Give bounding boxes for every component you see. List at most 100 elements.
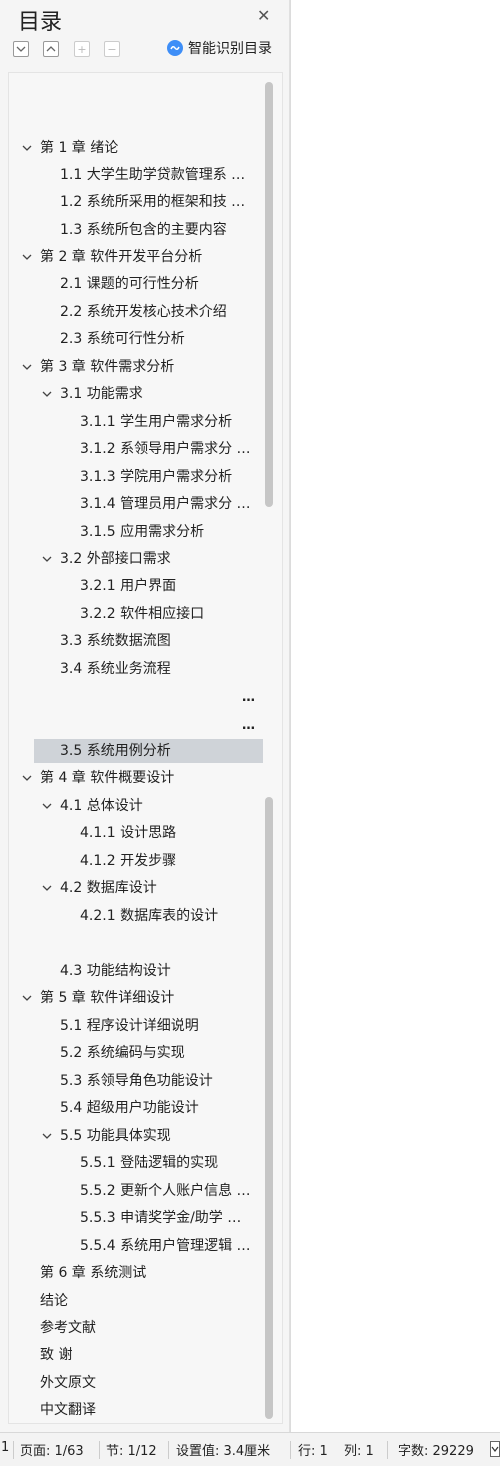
toc-item[interactable]: 5.4 超级用户功能设计	[8, 1096, 263, 1120]
toc-item-label: 第 1 章 绪论	[40, 140, 119, 156]
toc-item[interactable]: 第 5 章 软件详细设计	[8, 986, 263, 1010]
toc-item[interactable]: 5.5.2 更新个人账户信息 …	[8, 1179, 263, 1203]
toc-item[interactable]: 1.3 系统所包含的主要内容	[8, 218, 263, 242]
toc-item-label: 4.2 数据库设计	[60, 880, 157, 896]
expand-all-button[interactable]	[13, 41, 29, 57]
close-icon[interactable]: ✕	[257, 6, 270, 25]
toc-item[interactable]: 3.4 系统业务流程	[8, 657, 263, 681]
toc-item[interactable]: 3.2.2 软件相应接口	[8, 602, 263, 626]
add-heading-button[interactable]: +	[74, 41, 90, 57]
toc-item[interactable]: 5.5 功能具体实现	[8, 1124, 263, 1148]
toc-item-label: 5.4 超级用户功能设计	[60, 1100, 199, 1116]
toc-item[interactable]: 3.2.1 用户界面	[8, 574, 263, 598]
collapse-all-button[interactable]	[43, 41, 59, 57]
toc-item[interactable]: 3.1 功能需求	[8, 382, 263, 406]
tree-ellipsis-2: …	[242, 718, 256, 733]
dropdown-arrow-icon[interactable]	[490, 1441, 500, 1457]
chevron-down-icon[interactable]	[40, 1124, 54, 1148]
status-word-count[interactable]: 字数: 29229	[398, 1440, 474, 1459]
toc-item[interactable]: 5.1 程序设计详细说明	[8, 1014, 263, 1038]
chevron-down-icon[interactable]	[40, 382, 54, 406]
toc-item[interactable]: 5.5.3 申请奖学金/助学 …	[8, 1206, 263, 1230]
toc-item[interactable]: 5.5.1 登陆逻辑的实现	[8, 1151, 263, 1175]
toc-item[interactable]: 3.1.3 学院用户需求分析	[8, 465, 263, 489]
toc-item-label: 3.3 系统数据流图	[60, 633, 171, 649]
toc-item[interactable]: 第 6 章 系统测试	[8, 1261, 263, 1285]
toc-item[interactable]: 参考文献	[8, 1316, 263, 1340]
toc-item-label: 4.2.1 数据库表的设计	[80, 908, 219, 924]
toc-item-label: 5.5.3 申请奖学金/助学 …	[80, 1210, 242, 1226]
status-section[interactable]: 节: 1/12	[106, 1440, 157, 1459]
chevron-down-icon[interactable]	[20, 986, 34, 1010]
toc-item-label: 3.1.1 学生用户需求分析	[80, 414, 233, 430]
toc-item-label: 5.1 程序设计详细说明	[60, 1018, 199, 1034]
chevron-down-icon[interactable]	[40, 876, 54, 900]
toc-item[interactable]: 4.2 数据库设计	[8, 876, 263, 900]
toc-item-selected[interactable]: 3.5 系统用例分析	[34, 739, 263, 763]
remove-heading-button[interactable]: −	[104, 41, 120, 57]
toc-item[interactable]: 3.1.4 管理员用户需求分 …	[8, 492, 263, 516]
status-divider	[168, 1441, 169, 1459]
status-divider	[13, 1441, 14, 1459]
toc-item-label: 5.5 功能具体实现	[60, 1128, 171, 1144]
toc-item[interactable]: 1.2 系统所采用的框架和技 …	[8, 190, 263, 214]
toc-item[interactable]: 4.1 总体设计	[8, 794, 263, 818]
toc-item-label: 3.2.1 用户界面	[80, 578, 177, 594]
toc-item[interactable]: 4.3 功能结构设计	[8, 959, 263, 983]
chevron-down-icon[interactable]	[20, 245, 34, 269]
toc-item[interactable]: 4.2.1 数据库表的设计	[8, 904, 263, 928]
toc-item[interactable]: 5.2 系统编码与实现	[8, 1041, 263, 1065]
status-page[interactable]: 页面: 1/63	[20, 1440, 84, 1459]
status-divider	[387, 1441, 388, 1459]
toc-item[interactable]: 1.1 大学生助学贷款管理系 …	[8, 163, 263, 187]
toc-item[interactable]: 3.1.5 应用需求分析	[8, 520, 263, 544]
chevron-down-icon[interactable]	[20, 136, 34, 160]
status-setting[interactable]: 设置值: 3.4厘米	[176, 1440, 270, 1459]
toc-item-label: 5.5.4 系统用户管理逻辑 …	[80, 1238, 251, 1254]
toc-item-label: 中文翻译	[40, 1402, 96, 1418]
chevron-down-icon[interactable]	[20, 766, 34, 790]
toc-item-label: 5.5.1 登陆逻辑的实现	[80, 1155, 219, 1171]
status-divider	[99, 1441, 100, 1459]
toc-item[interactable]: 5.5.4 系统用户管理逻辑 …	[8, 1234, 263, 1258]
toc-item[interactable]: 2.2 系统开发核心技术介绍	[8, 300, 263, 324]
toc-item[interactable]: 中文翻译	[8, 1398, 263, 1422]
toc-item[interactable]: 致 谢	[8, 1343, 263, 1367]
minus-icon: −	[107, 43, 117, 56]
status-col[interactable]: 列: 1	[344, 1440, 374, 1459]
toc-item[interactable]: 第 2 章 软件开发平台分析	[8, 245, 263, 269]
toc-item[interactable]: 4.1.2 开发步骤	[8, 849, 263, 873]
toc-item-label: 3.4 系统业务流程	[60, 661, 171, 677]
toc-item[interactable]: 3.1.1 学生用户需求分析	[8, 410, 263, 434]
toc-item[interactable]: 3.3 系统数据流图	[8, 629, 263, 653]
toc-item[interactable]: 2.1 课题的可行性分析	[8, 272, 263, 296]
plus-icon: +	[77, 43, 87, 56]
toc-item[interactable]: 第 3 章 软件需求分析	[8, 355, 263, 379]
panel-title: 目录	[18, 10, 63, 35]
toc-item-label: 4.1.1 设计思路	[80, 825, 177, 841]
toc-item-label: 5.5.2 更新个人账户信息 …	[80, 1183, 251, 1199]
toc-item[interactable]: 2.3 系统可行性分析	[8, 327, 263, 351]
toc-item[interactable]: 第 1 章 绪论	[8, 136, 263, 160]
status-row[interactable]: 行: 1	[298, 1440, 328, 1459]
scrollbar-thumb-lower[interactable]	[265, 797, 273, 1419]
scrollbar-thumb-upper[interactable]	[265, 82, 273, 507]
toc-item-label: 3.2.2 软件相应接口	[80, 606, 205, 622]
smart-toc-button[interactable]: 智能识别目录	[165, 38, 272, 58]
chevron-down-icon[interactable]	[40, 547, 54, 571]
toc-item-label: 第 3 章 软件需求分析	[40, 359, 175, 375]
chevron-down-icon[interactable]	[40, 794, 54, 818]
toc-item-label: 3.1.5 应用需求分析	[80, 524, 205, 540]
toc-item[interactable]: 5.3 系领导角色功能设计	[8, 1069, 263, 1093]
toc-item[interactable]: 第 4 章 软件概要设计	[8, 766, 263, 790]
toc-item[interactable]: 3.1.2 系领导用户需求分 …	[8, 437, 263, 461]
toc-item[interactable]: 外文原文	[8, 1371, 263, 1395]
ai-toc-icon	[167, 40, 183, 56]
toc-item[interactable]: 结论	[8, 1289, 263, 1313]
chevron-down-icon	[16, 46, 26, 52]
toc-item-label: 3.1.3 学院用户需求分析	[80, 469, 233, 485]
toc-item[interactable]: 3.2 外部接口需求	[8, 547, 263, 571]
status-section-prefix: 1	[1, 1440, 10, 1455]
chevron-down-icon[interactable]	[20, 355, 34, 379]
toc-item[interactable]: 4.1.1 设计思路	[8, 821, 263, 845]
